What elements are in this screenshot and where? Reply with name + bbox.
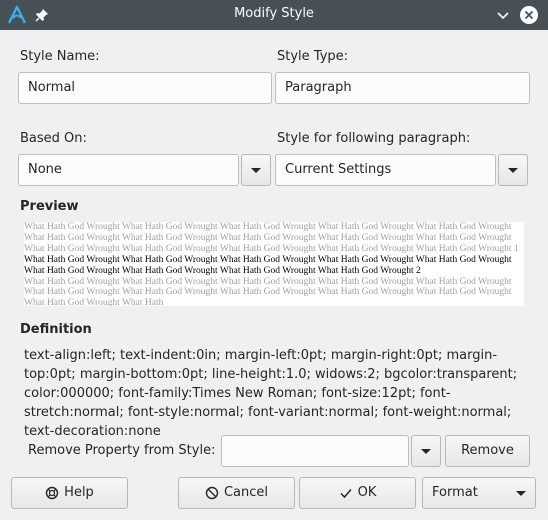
style-name-input[interactable]: Normal xyxy=(18,72,272,104)
chevron-down-icon xyxy=(516,491,526,496)
preview-previous-paragraph: What Hath God Wrought What Hath God Wrou… xyxy=(24,222,519,254)
cancel-button-label: Cancel xyxy=(223,485,269,500)
following-style-dropdown-button[interactable] xyxy=(498,154,528,186)
style-name-label: Style Name: xyxy=(20,49,100,64)
check-icon xyxy=(340,489,352,499)
based-on-dropdown-button[interactable] xyxy=(241,154,271,186)
chevron-down-icon xyxy=(251,168,261,173)
based-on-label: Based On: xyxy=(20,131,87,146)
cancel-button[interactable]: Cancel xyxy=(178,477,295,509)
remove-property-select[interactable] xyxy=(221,435,409,467)
format-button-label: Format xyxy=(432,485,478,500)
based-on-select[interactable]: None xyxy=(18,154,239,186)
ok-button-label: OK xyxy=(357,485,377,500)
chevron-down-icon xyxy=(421,449,431,454)
cancel-icon xyxy=(205,486,219,500)
window-title: Modify Style xyxy=(234,6,314,21)
following-style-label: Style for following paragraph: xyxy=(277,131,471,146)
remove-property-dropdown-button[interactable] xyxy=(411,435,441,467)
help-button[interactable]: Help xyxy=(11,477,128,509)
remove-button[interactable]: Remove xyxy=(445,435,530,467)
help-button-label: Help xyxy=(64,485,94,500)
preview-following-paragraph: What Hath God Wrought What Hath God Wrou… xyxy=(24,276,512,306)
minimize-icon[interactable] xyxy=(492,4,514,26)
lifebuoy-icon xyxy=(45,486,59,500)
title-bar: Modify Style xyxy=(0,0,548,30)
preview-current-paragraph: What Hath God Wrought What Hath God Wrou… xyxy=(24,254,512,276)
definition-heading: Definition xyxy=(20,322,92,337)
close-icon[interactable] xyxy=(518,4,540,26)
following-style-select[interactable]: Current Settings xyxy=(275,154,496,186)
ok-button[interactable]: OK xyxy=(299,477,416,509)
style-type-label: Style Type: xyxy=(277,49,349,64)
remove-property-label: Remove Property from Style: xyxy=(28,443,216,458)
preview-heading: Preview xyxy=(20,199,79,214)
format-menu-button[interactable]: Format xyxy=(422,477,536,509)
definition-text: text-align:left; text-indent:0in; margin… xyxy=(24,348,518,439)
chevron-down-icon xyxy=(508,168,518,173)
style-preview: What Hath God Wrought What Hath God Wrou… xyxy=(24,222,524,306)
style-type-field[interactable]: Paragraph xyxy=(275,72,530,104)
